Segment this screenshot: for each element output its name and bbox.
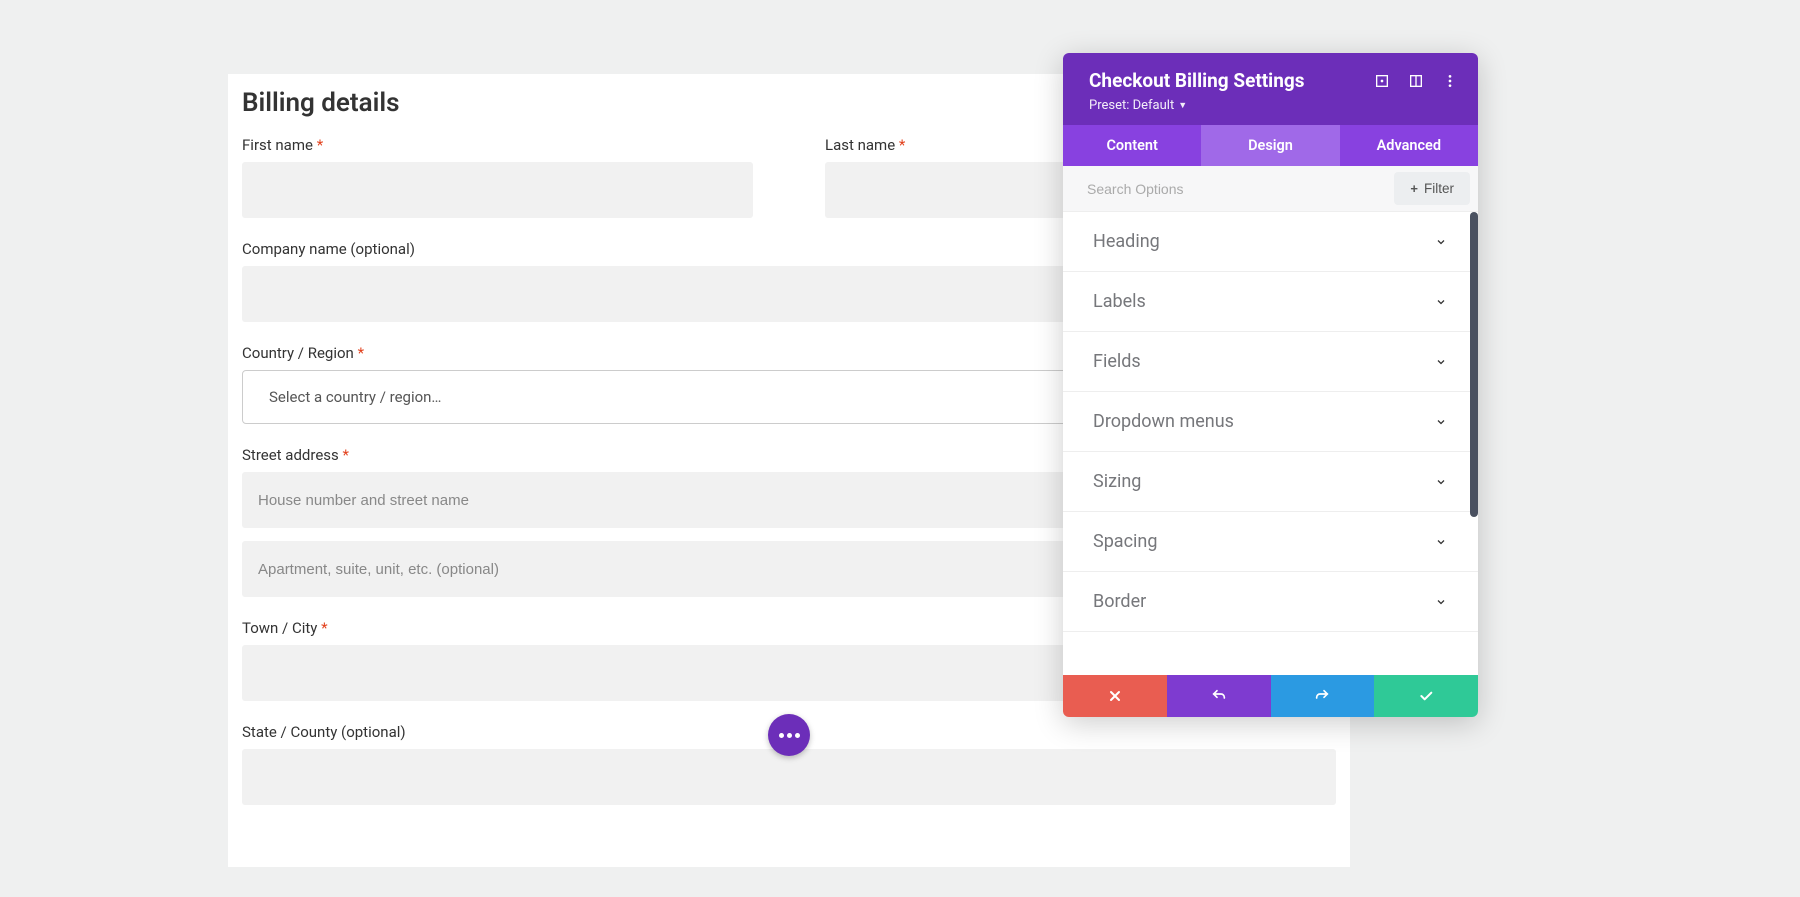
street-label-text: Street address — [242, 446, 339, 464]
panel-tabs: Content Design Advanced — [1063, 125, 1478, 166]
redo-button[interactable] — [1271, 675, 1375, 717]
more-actions-fab[interactable] — [768, 714, 810, 756]
save-button[interactable] — [1374, 675, 1478, 717]
required-marker: * — [321, 619, 327, 637]
panel-header: Checkout Billing Settings Preset: Defaul… — [1063, 53, 1478, 125]
dot-icon — [787, 733, 792, 738]
panel-body: Heading Labels Fields Dropdown menus Siz… — [1063, 212, 1478, 675]
accordion-label: Heading — [1093, 231, 1160, 252]
chevron-down-icon — [1434, 355, 1448, 369]
first-name-label: First name * — [242, 136, 753, 154]
required-marker: * — [317, 136, 323, 154]
panel-title: Checkout Billing Settings — [1089, 69, 1304, 92]
tab-design[interactable]: Design — [1201, 125, 1339, 166]
required-marker: * — [358, 344, 364, 362]
city-label-text: Town / City — [242, 619, 317, 637]
chevron-down-icon — [1434, 475, 1448, 489]
scrollbar-thumb[interactable] — [1470, 212, 1478, 517]
chevron-down-icon — [1434, 295, 1448, 309]
accordion-label: Labels — [1093, 291, 1146, 312]
accordion-dropdown-menus[interactable]: Dropdown menus — [1063, 392, 1478, 452]
chevron-down-icon — [1434, 595, 1448, 609]
accordion-sizing[interactable]: Sizing — [1063, 452, 1478, 512]
tab-content[interactable]: Content — [1063, 125, 1201, 166]
state-input[interactable] — [242, 749, 1336, 805]
chevron-down-icon — [1434, 415, 1448, 429]
plus-icon: + — [1410, 181, 1418, 196]
more-icon[interactable] — [1442, 73, 1458, 89]
country-label-text: Country / Region — [242, 344, 354, 362]
accordion-label: Sizing — [1093, 471, 1141, 492]
country-select-placeholder: Select a country / region… — [269, 388, 441, 406]
accordion-fields[interactable]: Fields — [1063, 332, 1478, 392]
accordion-spacing[interactable]: Spacing — [1063, 512, 1478, 572]
accordion-border[interactable]: Border — [1063, 572, 1478, 632]
dot-icon — [795, 733, 800, 738]
accordion-label: Dropdown menus — [1093, 411, 1234, 432]
first-name-input[interactable] — [242, 162, 753, 218]
expand-icon[interactable] — [1374, 73, 1390, 89]
accordion-labels[interactable]: Labels — [1063, 272, 1478, 332]
undo-button[interactable] — [1167, 675, 1271, 717]
filter-button[interactable]: + Filter — [1394, 172, 1470, 205]
responsive-icon[interactable] — [1408, 73, 1424, 89]
panel-footer — [1063, 675, 1478, 717]
panel-header-icons — [1374, 73, 1458, 89]
tab-advanced[interactable]: Advanced — [1340, 125, 1478, 166]
caret-down-icon: ▼ — [1178, 100, 1187, 111]
accordion-label: Fields — [1093, 351, 1141, 372]
search-options-input[interactable] — [1063, 169, 1394, 209]
required-marker: * — [343, 446, 349, 464]
required-marker: * — [899, 136, 905, 154]
chevron-down-icon — [1434, 235, 1448, 249]
settings-panel: Checkout Billing Settings Preset: Defaul… — [1063, 53, 1478, 717]
last-name-label-text: Last name — [825, 136, 895, 154]
dot-icon — [779, 733, 784, 738]
panel-title-block: Checkout Billing Settings Preset: Defaul… — [1089, 69, 1304, 113]
preset-dropdown[interactable]: Preset: Default ▼ — [1089, 98, 1304, 113]
accordion-label: Spacing — [1093, 531, 1157, 552]
cancel-button[interactable] — [1063, 675, 1167, 717]
chevron-down-icon — [1434, 535, 1448, 549]
first-name-label-text: First name — [242, 136, 313, 154]
preset-label: Preset: Default — [1089, 98, 1174, 113]
filter-label: Filter — [1424, 181, 1454, 196]
first-name-field: First name * — [242, 136, 753, 218]
panel-search-row: + Filter — [1063, 166, 1478, 212]
accordion-heading[interactable]: Heading — [1063, 212, 1478, 272]
accordion-label: Border — [1093, 591, 1146, 612]
